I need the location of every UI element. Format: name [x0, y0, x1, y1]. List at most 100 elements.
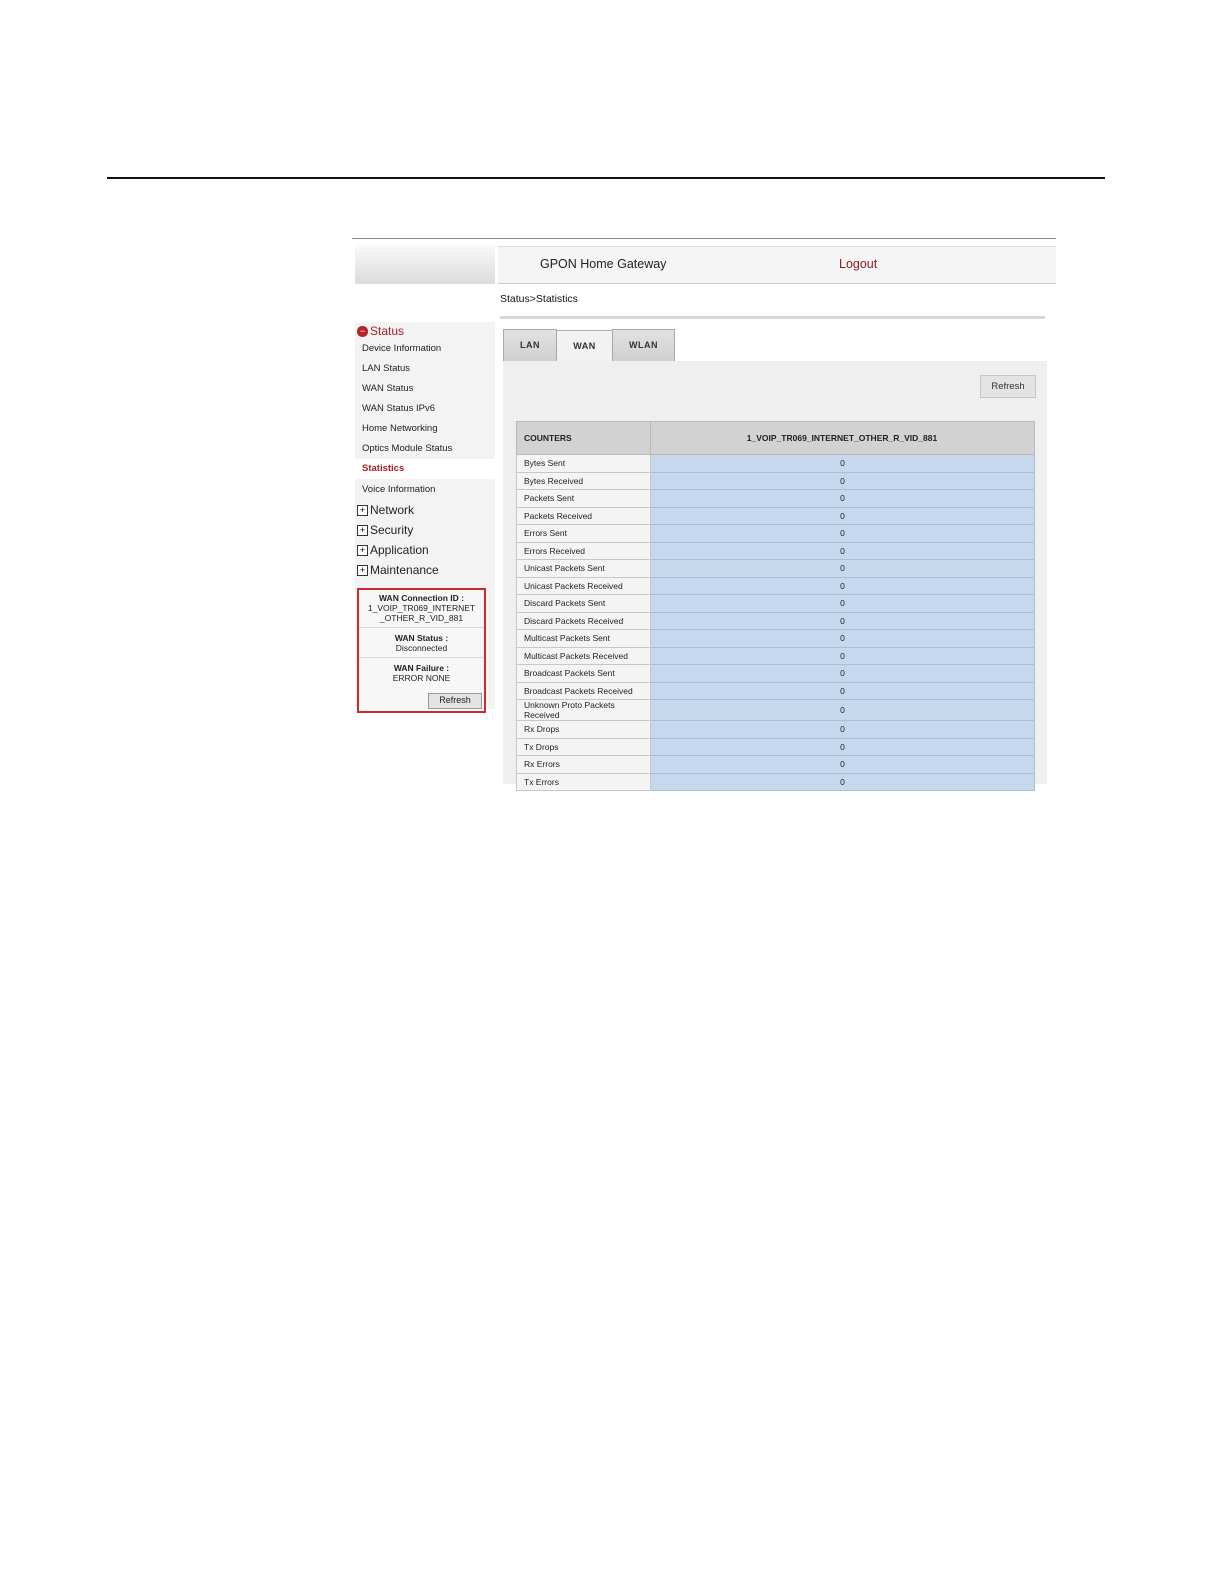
counter-name: Unicast Packets Sent [516, 559, 651, 578]
sidebar: − Status Device Information LAN Status W… [355, 244, 495, 713]
sidebar-group-security[interactable]: + Security [357, 521, 413, 539]
sidebar-group-label: Network [370, 503, 415, 517]
sidebar-group-status[interactable]: − Status [357, 322, 404, 340]
counter-name: Packets Received [516, 506, 651, 525]
tab-lan[interactable]: LAN [503, 329, 557, 362]
counter-value: 0 [650, 681, 1035, 700]
wan-failure-value: ERROR NONE [392, 673, 451, 683]
counter-name: Multicast Packets Received [516, 646, 651, 665]
wan-failure-label: WAN Failure : [393, 663, 450, 673]
sidebar-group-maintenance[interactable]: + Maintenance [357, 561, 439, 579]
table-row: Bytes Received 0 [516, 471, 1035, 490]
breadcrumb-divider [500, 316, 1045, 319]
counter-name: Discard Packets Received [516, 611, 651, 630]
sidebar-item-device-information[interactable]: Device Information [362, 342, 441, 356]
expand-icon: + [357, 504, 368, 516]
table-row: Multicast Packets Received 0 [516, 646, 1035, 665]
expand-icon: + [357, 544, 368, 556]
table-row: Rx Errors 0 [516, 755, 1035, 774]
table-row: Multicast Packets Sent 0 [516, 629, 1035, 648]
counter-value: 0 [650, 737, 1035, 756]
counter-name: Packets Sent [516, 489, 651, 508]
table-row: Unicast Packets Sent 0 [516, 559, 1035, 578]
expand-icon: + [357, 564, 368, 576]
counter-name: Errors Sent [516, 524, 651, 543]
sidebar-item-statistics[interactable]: Statistics [355, 459, 495, 479]
table-row: Broadcast Packets Received 0 [516, 681, 1035, 700]
logout-link[interactable]: Logout [839, 257, 877, 271]
tab-wan[interactable]: WAN [556, 330, 613, 363]
wan-status-value: Disconnected [395, 643, 448, 653]
top-header: GPON Home Gateway Logout [498, 246, 1056, 284]
wan-failure-section: WAN Failure : ERROR NONE [359, 658, 484, 687]
table-row: Tx Errors 0 [516, 772, 1035, 791]
wan-connection-id-label: WAN Connection ID : [379, 593, 464, 603]
sidebar-group-label: Maintenance [370, 563, 439, 577]
table-row: Errors Sent 0 [516, 524, 1035, 543]
collapse-icon: − [357, 325, 368, 337]
table-row: Discard Packets Received 0 [516, 611, 1035, 630]
sidebar-item-voice-information[interactable]: Voice Information [362, 483, 435, 497]
counter-value: 0 [650, 471, 1035, 490]
sidebar-group-application[interactable]: + Application [357, 541, 429, 559]
sidebar-item-wan-status-ipv6[interactable]: WAN Status IPv6 [362, 402, 435, 416]
sidebar-refresh-button[interactable]: Refresh [428, 693, 482, 709]
statistics-panel: Refresh COUNTERS 1_VOIP_TR069_INTERNET_O… [503, 361, 1047, 791]
table-row: Unknown Proto Packets Received 0 [516, 699, 1035, 721]
sidebar-group-label: Application [370, 543, 429, 557]
sidebar-group-network[interactable]: + Network [357, 501, 414, 519]
wan-status-box: WAN Connection ID : 1_VOIP_TR069_INTERNE… [357, 588, 486, 713]
breadcrumb: Status>Statistics [500, 293, 578, 305]
counter-value: 0 [650, 489, 1035, 508]
tab-wlan[interactable]: WLAN [612, 329, 675, 362]
counter-value: 0 [650, 611, 1035, 630]
counter-value: 0 [650, 755, 1035, 774]
sidebar-item-wan-status[interactable]: WAN Status [362, 382, 413, 396]
counter-value: 0 [650, 664, 1035, 683]
table-row: Rx Drops 0 [516, 720, 1035, 739]
counter-value: 0 [650, 772, 1035, 791]
wan-connection-id-line2: _OTHER_R_VID_881 [379, 613, 464, 623]
page-divider [107, 177, 1105, 179]
table-row: Discard Packets Sent 0 [516, 594, 1035, 613]
table-row: Bytes Sent 0 [516, 454, 1035, 473]
counter-name: Broadcast Packets Sent [516, 664, 651, 683]
sidebar-item-lan-status[interactable]: LAN Status [362, 362, 410, 376]
wan-status-section: WAN Status : Disconnected [359, 628, 484, 658]
counter-name: Errors Received [516, 541, 651, 560]
counter-name: Bytes Received [516, 471, 651, 490]
counter-value: 0 [650, 559, 1035, 578]
column-header-connection: 1_VOIP_TR069_INTERNET_OTHER_R_VID_881 [650, 421, 1035, 455]
refresh-button[interactable]: Refresh [980, 375, 1036, 398]
statistics-table: COUNTERS 1_VOIP_TR069_INTERNET_OTHER_R_V… [516, 421, 1035, 791]
counter-value: 0 [650, 541, 1035, 560]
expand-icon: + [357, 524, 368, 536]
sidebar-group-label: Status [370, 324, 405, 338]
table-header-row: COUNTERS 1_VOIP_TR069_INTERNET_OTHER_R_V… [516, 421, 1035, 455]
counter-name: Unknown Proto Packets Received [516, 699, 651, 721]
counter-value: 0 [650, 699, 1035, 721]
counter-name: Tx Errors [516, 772, 651, 791]
app-title: GPON Home Gateway [540, 257, 667, 271]
sidebar-header [355, 244, 495, 284]
counter-name: Multicast Packets Sent [516, 629, 651, 648]
counter-name: Discard Packets Sent [516, 594, 651, 613]
counter-value: 0 [650, 629, 1035, 648]
table-row: Packets Received 0 [516, 506, 1035, 525]
router-screenshot: − Status Device Information LAN Status W… [352, 238, 1056, 791]
sidebar-item-optics-module-status[interactable]: Optics Module Status [362, 442, 452, 456]
sidebar-group-label: Security [370, 523, 414, 537]
table-row: Packets Sent 0 [516, 489, 1035, 508]
counter-name: Unicast Packets Received [516, 576, 651, 595]
wan-connection-id-line1: 1_VOIP_TR069_INTERNET [367, 603, 476, 613]
counter-value: 0 [650, 524, 1035, 543]
sidebar-item-home-networking[interactable]: Home Networking [362, 422, 438, 436]
counter-name: Broadcast Packets Received [516, 681, 651, 700]
table-row: Errors Received 0 [516, 541, 1035, 560]
table-row: Broadcast Packets Sent 0 [516, 664, 1035, 683]
counter-value: 0 [650, 454, 1035, 473]
counter-value: 0 [650, 720, 1035, 739]
counter-name: Rx Errors [516, 755, 651, 774]
counter-value: 0 [650, 576, 1035, 595]
counter-value: 0 [650, 594, 1035, 613]
